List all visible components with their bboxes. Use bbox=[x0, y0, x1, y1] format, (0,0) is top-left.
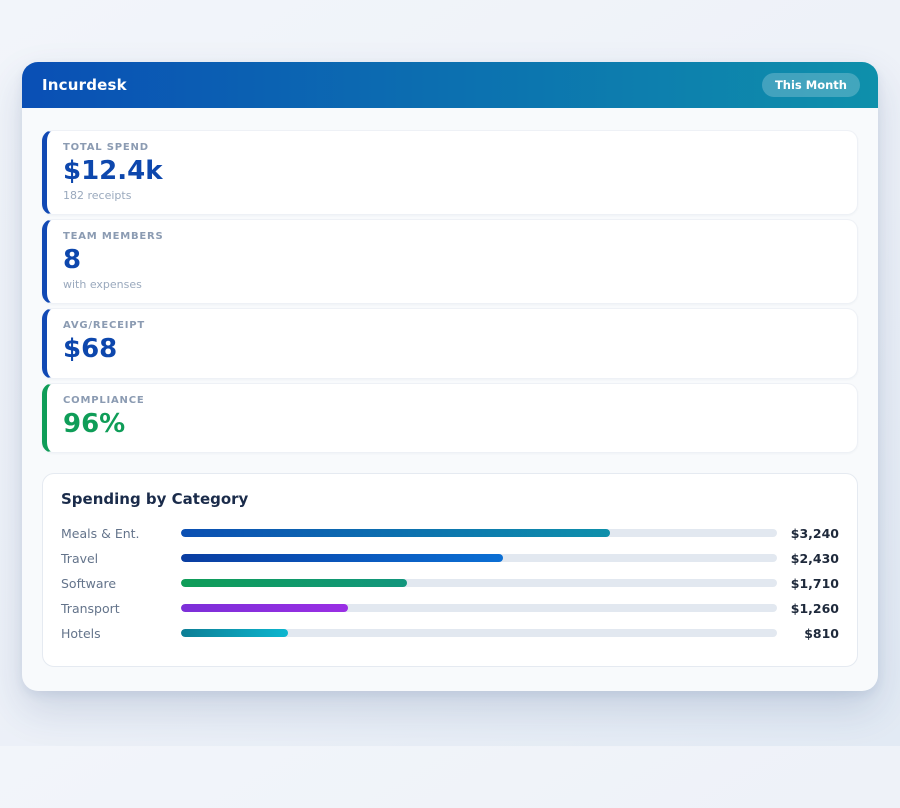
stat-value: 8 bbox=[63, 245, 841, 276]
bar-fill bbox=[181, 629, 288, 637]
category-value: $2,430 bbox=[777, 551, 839, 566]
chart-row-hotels: Hotels $810 bbox=[61, 621, 839, 646]
category-value: $810 bbox=[777, 626, 839, 641]
bar-fill bbox=[181, 529, 610, 537]
category-label: Travel bbox=[61, 551, 181, 566]
category-value: $3,240 bbox=[777, 526, 839, 541]
stat-card-avg-receipt: AVG/RECEIPT $68 bbox=[42, 308, 858, 378]
expense-dashboard-window: Incurdesk This Month TOTAL SPEND $12.4k … bbox=[22, 62, 878, 691]
period-badge[interactable]: This Month bbox=[762, 73, 860, 97]
category-label: Transport bbox=[61, 601, 181, 616]
stat-value: 96% bbox=[63, 409, 841, 440]
stat-card-compliance: COMPLIANCE 96% bbox=[42, 383, 858, 453]
stat-subtext: 182 receipts bbox=[63, 189, 841, 202]
category-label: Meals & Ent. bbox=[61, 526, 181, 541]
bar-track bbox=[181, 529, 777, 537]
stat-label: TEAM MEMBERS bbox=[63, 231, 841, 242]
stat-card-team-members: TEAM MEMBERS 8 with expenses bbox=[42, 219, 858, 304]
stat-subtext: with expenses bbox=[63, 278, 841, 291]
app-header: Incurdesk This Month bbox=[22, 62, 878, 108]
bar-track bbox=[181, 554, 777, 562]
stat-card-total-spend: TOTAL SPEND $12.4k 182 receipts bbox=[42, 130, 858, 215]
stat-value: $68 bbox=[63, 334, 841, 365]
stat-label: COMPLIANCE bbox=[63, 395, 841, 406]
stat-label: AVG/RECEIPT bbox=[63, 320, 841, 331]
app-title: Incurdesk bbox=[42, 76, 127, 94]
spending-by-category-card: Spending by Category Meals & Ent. $3,240… bbox=[42, 473, 858, 667]
chart-row-software: Software $1,710 bbox=[61, 571, 839, 596]
chart-row-transport: Transport $1,260 bbox=[61, 596, 839, 621]
bar-fill bbox=[181, 604, 348, 612]
chart-title: Spending by Category bbox=[61, 490, 839, 508]
bar-fill bbox=[181, 579, 407, 587]
category-value: $1,710 bbox=[777, 576, 839, 591]
bar-track bbox=[181, 629, 777, 637]
bar-track bbox=[181, 579, 777, 587]
chart-row-travel: Travel $2,430 bbox=[61, 546, 839, 571]
category-value: $1,260 bbox=[777, 601, 839, 616]
dashboard-body: TOTAL SPEND $12.4k 182 receipts TEAM MEM… bbox=[22, 108, 878, 691]
category-label: Hotels bbox=[61, 626, 181, 641]
stat-value: $12.4k bbox=[63, 156, 841, 187]
bar-track bbox=[181, 604, 777, 612]
bar-fill bbox=[181, 554, 503, 562]
stat-label: TOTAL SPEND bbox=[63, 142, 841, 153]
chart-row-meals: Meals & Ent. $3,240 bbox=[61, 521, 839, 546]
category-label: Software bbox=[61, 576, 181, 591]
